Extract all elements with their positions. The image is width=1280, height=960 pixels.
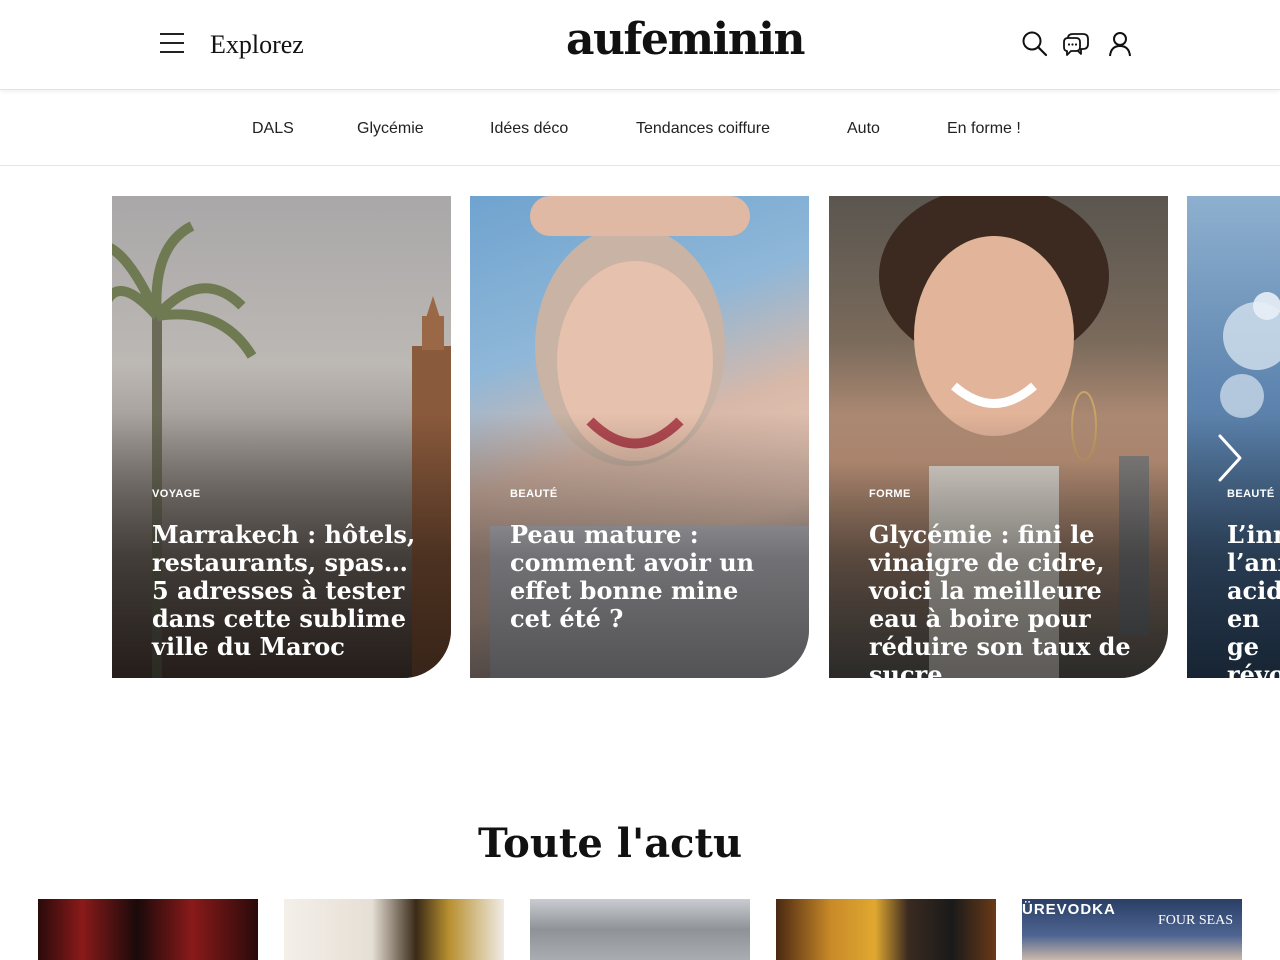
explore-link[interactable]: Explorez <box>210 30 304 60</box>
category-link-en-forme[interactable]: En forme ! <box>947 120 1021 138</box>
category-link-auto[interactable]: Auto <box>847 120 880 138</box>
category-link-idees-deco[interactable]: Idées déco <box>490 120 568 138</box>
sponsor-logo-text: ÜREVODKA <box>1022 901 1116 918</box>
carousel-next-arrow-icon[interactable] <box>1214 432 1246 484</box>
menu-line <box>160 51 184 53</box>
category-link-tendances-coiffure[interactable]: Tendances coiffure <box>636 120 770 138</box>
chat-icon[interactable] <box>1062 30 1090 58</box>
news-thumbnail[interactable] <box>38 899 258 960</box>
card-category: BEAUTÉ <box>510 488 558 500</box>
article-card[interactable]: FORME Glycémie : fini le vinaigre de cid… <box>829 196 1168 678</box>
category-link-dals[interactable]: DALS <box>252 120 294 138</box>
site-header: Explorez aufeminin <box>0 0 1280 90</box>
news-thumbnail[interactable] <box>284 899 504 960</box>
category-link-glycemie[interactable]: Glycémie <box>357 120 424 138</box>
news-thumbnail[interactable]: ÜREVODKA FOUR SEAS <box>1022 899 1242 960</box>
article-card[interactable]: VOYAGE Marrakech : hôtels, restaurants, … <box>112 196 451 678</box>
section-title: Toute l'actu <box>477 820 743 867</box>
sponsor-logo-text: FOUR SEAS <box>1158 913 1234 928</box>
menu-line <box>160 33 184 35</box>
card-title[interactable]: Peau mature : comment avoir un effet bon… <box>510 521 780 633</box>
card-title[interactable]: Marrakech : hôtels, restaurants, spas… 5… <box>152 521 422 661</box>
card-category: FORME <box>869 488 911 500</box>
site-logo[interactable]: aufeminin <box>540 14 830 65</box>
news-thumbnail[interactable] <box>530 899 750 960</box>
card-category: BEAUTÉ <box>1227 488 1275 500</box>
featured-carousel: VOYAGE Marrakech : hôtels, restaurants, … <box>0 196 1280 678</box>
menu-line <box>160 42 184 44</box>
article-card[interactable]: BEAUTÉ Peau mature : comment avoir un ef… <box>470 196 809 678</box>
news-thumbnail[interactable] <box>776 899 996 960</box>
hamburger-menu-icon[interactable] <box>158 30 186 56</box>
card-title[interactable]: L’inn l’ann acide en ge révo <box>1227 521 1280 679</box>
card-title[interactable]: Glycémie : fini le vinaigre de cidre, vo… <box>869 521 1139 679</box>
category-nav: DALS Glycémie Idées déco Tendances coiff… <box>0 92 1280 166</box>
card-category: VOYAGE <box>152 488 201 500</box>
search-icon[interactable] <box>1021 30 1049 58</box>
user-icon[interactable] <box>1106 30 1134 58</box>
